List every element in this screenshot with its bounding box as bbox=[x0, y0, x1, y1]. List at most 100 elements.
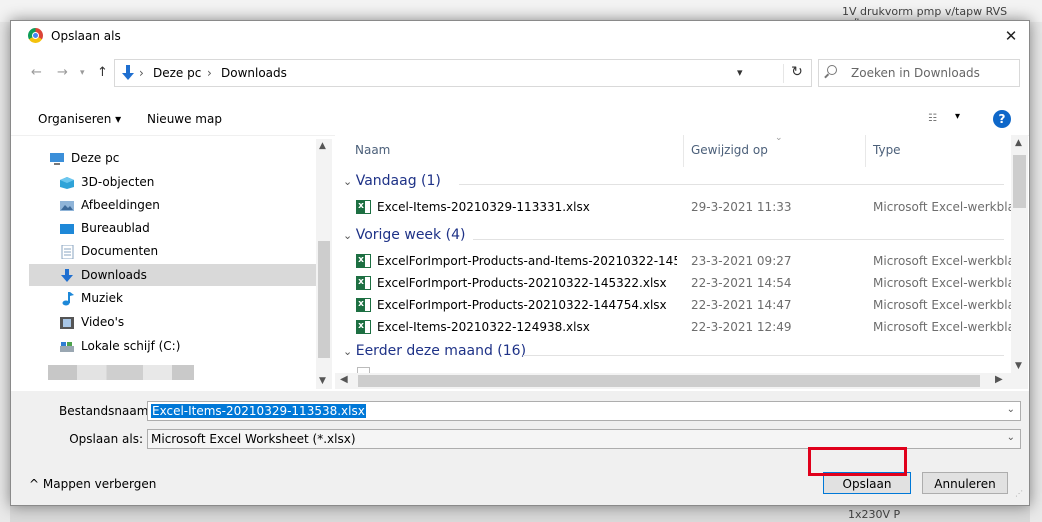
file-type: Microsoft Excel-werkblad bbox=[873, 276, 1011, 290]
breadcrumb-separator: › bbox=[139, 66, 144, 80]
file-row[interactable]: Excel-Items-20210322-124938.xlsx 22-3-20… bbox=[335, 317, 1011, 339]
filename-label: Bestandsnaam: bbox=[59, 404, 153, 418]
command-toolbar: Organiseren ▾ Nieuwe map ☷ ▾ ? bbox=[11, 105, 1029, 136]
group-header-earlier-this-month[interactable]: ⌄ Eerder deze maand (16) bbox=[343, 343, 526, 359]
sort-chevron-icon: ⌄ bbox=[775, 135, 783, 143]
excel-file-icon bbox=[356, 320, 371, 334]
group-chevron-icon: ⌄ bbox=[343, 175, 356, 188]
download-arrow-icon bbox=[59, 268, 75, 282]
file-type: Microsoft Excel-werkblad bbox=[873, 200, 1011, 214]
file-name: ExcelForImport-Products-20210322-145322.… bbox=[377, 276, 667, 290]
file-row[interactable]: Excel-Items-20210329-113331.xlsx 29-3-20… bbox=[335, 197, 1011, 219]
up-arrow-icon[interactable]: ↑ bbox=[97, 65, 108, 80]
nav-item-downloads[interactable]: Downloads bbox=[29, 264, 319, 286]
navigation-scrollbar-thumb[interactable] bbox=[318, 241, 330, 358]
scroll-right-arrow-icon[interactable]: ▶ bbox=[995, 374, 1003, 385]
forward-arrow-icon[interactable]: → bbox=[57, 65, 68, 80]
background-right-column bbox=[1030, 22, 1042, 522]
save-type-select[interactable]: Microsoft Excel Worksheet (*.xlsx) ⌄ bbox=[147, 429, 1021, 449]
file-row[interactable]: ExcelForImport-Products-and-Items-202103… bbox=[335, 251, 1011, 273]
vertical-scrollbar-thumb[interactable] bbox=[1013, 155, 1026, 208]
file-list-horizontal-scrollbar[interactable]: ◀ ▶ bbox=[335, 373, 1011, 389]
title-bar: Opslaan als ✕ bbox=[11, 21, 1029, 53]
column-header-modified[interactable]: Gewijzigd op bbox=[691, 143, 768, 157]
search-box[interactable]: Zoeken in Downloads bbox=[818, 59, 1020, 87]
refresh-icon[interactable]: ↻ bbox=[783, 64, 810, 83]
group-divider bbox=[459, 184, 1004, 185]
nav-item-label: Deze pc bbox=[71, 151, 120, 165]
nav-item-3d-objecten[interactable]: 3D-objecten bbox=[29, 171, 319, 193]
music-note-icon bbox=[61, 291, 77, 306]
scroll-up-arrow-icon[interactable]: ▲ bbox=[319, 141, 326, 151]
nav-item-videos[interactable]: Video's bbox=[29, 311, 319, 333]
file-date: 23-3-2021 09:27 bbox=[691, 254, 792, 268]
nav-item-afbeeldingen[interactable]: Afbeeldingen bbox=[29, 194, 319, 216]
file-list-vertical-scrollbar[interactable]: ▲ ▼ bbox=[1011, 135, 1028, 389]
save-button-highlight bbox=[808, 447, 907, 476]
back-arrow-icon[interactable]: ← bbox=[31, 65, 42, 80]
nav-item-label: Documenten bbox=[81, 244, 159, 258]
file-date: 29-3-2021 11:33 bbox=[691, 200, 792, 214]
address-bar[interactable]: › Deze pc › Downloads ▾ ↻ bbox=[114, 59, 812, 87]
nav-item-label: Video's bbox=[81, 315, 125, 329]
help-icon[interactable]: ? bbox=[993, 110, 1011, 128]
column-header-type[interactable]: Type bbox=[873, 143, 901, 157]
resize-grip-icon[interactable]: ⋰ bbox=[1015, 489, 1023, 498]
navigation-scrollbar[interactable]: ▲ ▼ bbox=[316, 139, 332, 389]
save-as-dialog: Opslaan als ✕ ← → ▾ ↑ › Deze pc › Downlo… bbox=[10, 20, 1030, 506]
cube-3d-icon bbox=[59, 175, 75, 189]
file-type: Microsoft Excel-werkblad bbox=[873, 254, 1011, 268]
view-dropdown-chevron-icon[interactable]: ▾ bbox=[955, 111, 960, 122]
file-type: Microsoft Excel-werkblad bbox=[873, 320, 1011, 334]
group-header-last-week[interactable]: ⌄ Vorige week (4) bbox=[343, 227, 465, 243]
file-date: 22-3-2021 12:49 bbox=[691, 320, 792, 334]
nav-item-label: 3D-objecten bbox=[81, 175, 155, 189]
scroll-up-arrow-icon[interactable]: ▲ bbox=[1015, 138, 1022, 148]
horizontal-scrollbar-thumb[interactable] bbox=[358, 375, 980, 387]
hide-folders-toggle[interactable]: ^ Mappen verbergen bbox=[29, 477, 156, 491]
group-header-today[interactable]: ⌄ Vandaag (1) bbox=[343, 173, 441, 189]
filename-input[interactable]: Excel-Items-20210329-113538.xlsx ⌄ bbox=[147, 401, 1021, 421]
cancel-button[interactable]: Annuleren bbox=[922, 472, 1008, 494]
scroll-left-arrow-icon[interactable]: ◀ bbox=[340, 374, 348, 385]
file-name: ExcelForImport-Products-20210322-144754.… bbox=[377, 298, 667, 312]
documents-folder-icon bbox=[60, 244, 76, 260]
breadcrumb-downloads[interactable]: Downloads bbox=[221, 66, 287, 80]
nav-item-lokale-schijf[interactable]: Lokale schijf (C:) bbox=[29, 335, 319, 357]
new-folder-button[interactable]: Nieuwe map bbox=[147, 112, 222, 126]
address-dropdown-chevron-icon[interactable]: ▾ bbox=[737, 66, 743, 79]
group-label: Vandaag (1) bbox=[355, 173, 441, 189]
nav-item-bureaublad[interactable]: Bureaublad bbox=[29, 217, 319, 239]
file-type: Microsoft Excel-werkblad bbox=[873, 298, 1011, 312]
file-row[interactable]: ExcelForImport-Products-20210322-144754.… bbox=[335, 295, 1011, 317]
breadcrumb-deze-pc[interactable]: Deze pc bbox=[153, 66, 201, 80]
nav-item-label: Afbeeldingen bbox=[81, 198, 160, 212]
nav-item-muziek[interactable]: Muziek bbox=[29, 287, 319, 309]
save-type-dropdown-chevron-icon[interactable]: ⌄ bbox=[1007, 432, 1015, 443]
column-separator[interactable] bbox=[683, 135, 684, 167]
nav-item-documenten[interactable]: Documenten bbox=[29, 240, 319, 262]
desktop-folder-icon bbox=[59, 221, 75, 235]
background-text-bottom: 1x230V P bbox=[848, 508, 901, 521]
close-button[interactable]: ✕ bbox=[999, 25, 1023, 47]
column-header-name[interactable]: Naam bbox=[355, 143, 390, 157]
excel-file-icon bbox=[356, 276, 371, 290]
organize-menu-button[interactable]: Organiseren ▾ bbox=[38, 112, 121, 126]
scroll-down-arrow-icon[interactable]: ▼ bbox=[319, 376, 326, 386]
scroll-down-arrow-icon[interactable]: ▼ bbox=[1015, 361, 1022, 371]
filename-value: Excel-Items-20210329-113538.xlsx bbox=[150, 403, 367, 419]
search-icon bbox=[827, 65, 837, 75]
filename-dropdown-chevron-icon[interactable]: ⌄ bbox=[1007, 404, 1015, 415]
recent-locations-chevron-icon[interactable]: ▾ bbox=[80, 68, 85, 78]
nav-item-deze-pc[interactable]: Deze pc bbox=[29, 147, 319, 169]
group-chevron-icon: ⌄ bbox=[343, 345, 356, 358]
file-row[interactable]: ExcelForImport-Products-20210322-145322.… bbox=[335, 273, 1011, 295]
excel-file-icon bbox=[356, 200, 371, 214]
file-name: ExcelForImport-Products-and-Items-202103… bbox=[377, 254, 677, 268]
column-separator[interactable] bbox=[865, 135, 866, 167]
nav-item-label: Lokale schijf (C:) bbox=[81, 339, 181, 353]
file-list: Naam ⌄ Gewijzigd op Type ⌄ Vandaag (1) E… bbox=[335, 135, 1011, 389]
downloads-arrow-icon bbox=[122, 65, 134, 80]
breadcrumb-separator: › bbox=[207, 66, 212, 80]
view-options-icon[interactable]: ☷ bbox=[928, 113, 942, 124]
